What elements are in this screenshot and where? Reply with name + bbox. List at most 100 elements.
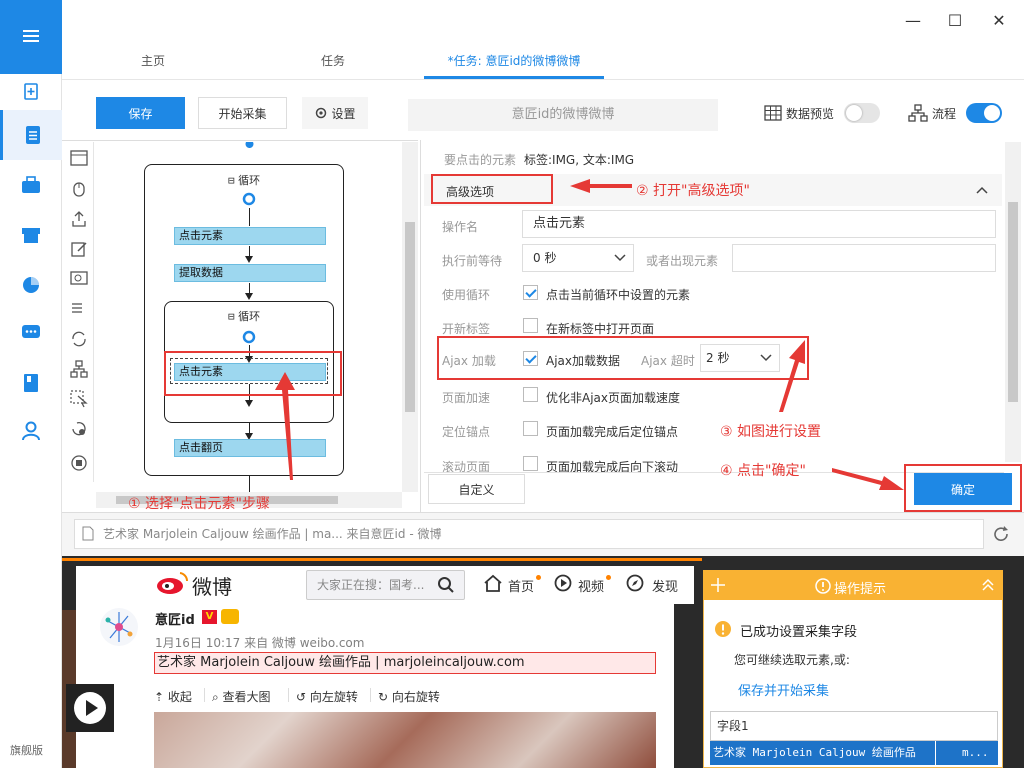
close-button[interactable]: ✕ [986, 8, 1012, 34]
clipboard-add-icon [24, 83, 38, 100]
field-name-input[interactable]: 字段1 [710, 711, 998, 741]
flow-vertical-scrollbar[interactable] [402, 142, 418, 492]
field-value-row[interactable]: 艺术家 Marjolein Caljouw 绘画作品 m... [710, 741, 998, 765]
video-thumb[interactable] [66, 684, 114, 732]
annotation-box-ajax [437, 336, 809, 380]
mouse-hover-tool-icon[interactable] [70, 390, 88, 408]
minimize-button[interactable]: — [900, 8, 926, 34]
flow-step-click-element-1[interactable]: 点击元素 [174, 227, 326, 245]
use-loop-checkbox[interactable] [523, 285, 538, 300]
weibo-nav-discover[interactable]: 发现 [652, 576, 678, 595]
hamburger-icon [23, 30, 39, 42]
post-text[interactable]: 艺术家 Marjolein Caljouw 绘画作品 | marjoleinca… [154, 652, 656, 674]
annotation-box-advanced [431, 174, 553, 204]
weibo-logo-icon [157, 572, 189, 594]
warning-icon [715, 621, 731, 637]
identify-captcha-tool-icon[interactable] [70, 270, 88, 288]
page-speed-text: 优化非Ajax页面加载速度 [546, 391, 680, 405]
new-tab-label: 开新标签 [442, 322, 491, 336]
nav-tutorial[interactable] [0, 360, 62, 406]
annotation-step4: ④ 点击"确定" [720, 463, 806, 479]
nav-tasks[interactable] [0, 110, 62, 160]
annotation-step2: ② 打开"高级选项" [636, 183, 750, 199]
post-username[interactable]: 意匠id [155, 609, 195, 628]
move-icon[interactable] [710, 577, 726, 593]
weibo-nav-home[interactable]: 首页 [508, 576, 534, 595]
address-input[interactable]: 艺术家 Marjolein Caljouw 绘画作品 | ma... 来自意匠i… [74, 519, 984, 549]
nav-new-task[interactable] [0, 68, 62, 114]
weibo-nav-video[interactable]: 视频 [578, 576, 604, 595]
new-tab-checkbox[interactable] [523, 318, 538, 333]
action-view-large[interactable]: ⌕ 查看大图 [212, 688, 271, 705]
search-icon[interactable] [437, 576, 455, 594]
nav-store[interactable] [0, 212, 62, 258]
weibo-top-stripe [62, 558, 702, 561]
collapse-up-icon[interactable] [982, 578, 994, 592]
stop-tool-icon[interactable] [70, 454, 88, 472]
edition-label: 旗舰版 [10, 744, 43, 757]
inner-loop-label: 循环 [238, 310, 261, 323]
or-appear-label: 或者出现元素 [646, 254, 719, 268]
view-large-label: 查看大图 [222, 690, 271, 704]
notify-dot [606, 575, 611, 580]
anchor-checkbox[interactable] [523, 421, 538, 436]
reload-icon[interactable] [992, 525, 1010, 543]
data-preview-toggle[interactable] [844, 103, 880, 123]
settings-scrollbar[interactable] [1005, 142, 1021, 462]
avatar[interactable] [98, 606, 140, 648]
save-button[interactable]: 保存 [96, 97, 185, 129]
action-collapse[interactable]: ⇡ 收起 [154, 688, 192, 705]
nav-messages[interactable] [0, 310, 62, 356]
nav-stats[interactable] [0, 262, 62, 308]
table-icon [764, 105, 782, 121]
scroll-page-checkbox[interactable] [523, 456, 538, 471]
use-loop-text: 点击当前循环中设置的元素 [546, 288, 691, 302]
document-icon [25, 126, 40, 144]
tab-home[interactable]: 主页 [110, 52, 196, 72]
info-icon [815, 578, 831, 594]
custom-button[interactable]: 自定义 [428, 474, 525, 504]
task-name-field[interactable]: 意匠id的微博微博 [408, 99, 718, 131]
or-appear-input[interactable] [732, 244, 996, 272]
condition-tool-icon[interactable] [70, 360, 88, 378]
post-image[interactable] [154, 712, 656, 768]
chevron-up-icon[interactable] [976, 185, 988, 195]
data-preview-label: 数据预览 [786, 107, 835, 121]
maximize-button[interactable]: ☐ [942, 8, 968, 34]
rotate-left-label: 向左旋转 [309, 690, 358, 704]
action-rotate-left[interactable]: ↺ 向左旋转 [296, 688, 358, 705]
settings-button[interactable]: 设置 [302, 97, 368, 129]
loop-tool-icon[interactable] [70, 330, 88, 348]
field-value-more: m... [962, 746, 989, 759]
user-icon [22, 421, 40, 441]
page-speed-checkbox[interactable] [523, 387, 538, 402]
tab-tasks[interactable]: 任务 [290, 52, 376, 72]
switch-dropdown-tool-icon[interactable] [70, 300, 88, 318]
left-sidebar: 旗舰版 [0, 0, 62, 768]
refresh-loop-icon [242, 330, 256, 344]
rotate-right-label: 向右旋转 [391, 690, 440, 704]
extract-tool-icon[interactable] [70, 210, 88, 228]
op-name-input[interactable]: 点击元素 [522, 210, 996, 238]
divider [935, 741, 936, 765]
menu-button[interactable] [0, 0, 62, 74]
click-tool-icon[interactable] [70, 180, 88, 198]
post-meta: 1月16日 10:17 来自 微博 weibo.com [155, 636, 365, 650]
flow-step-next-page[interactable]: 点击翻页 [174, 439, 326, 457]
wait-before-value: 0 秒 [533, 251, 557, 265]
web-page-tool-icon[interactable] [70, 150, 88, 166]
back-tool-icon[interactable] [70, 420, 88, 438]
save-and-start-link[interactable]: 保存并开始采集 [738, 680, 829, 699]
nav-account[interactable] [0, 408, 62, 454]
nav-briefcase[interactable] [0, 162, 62, 208]
refresh-loop-icon [242, 192, 256, 206]
flow-toggle[interactable] [966, 103, 1002, 123]
start-collect-button[interactable]: 开始采集 [198, 97, 287, 129]
action-rotate-right[interactable]: ↻ 向右旋转 [378, 688, 440, 705]
tab-current-task[interactable]: *任务: 意匠id的微博微博 [424, 52, 604, 72]
flow-step-extract-data[interactable]: 提取数据 [174, 264, 326, 282]
briefcase-icon [22, 176, 40, 193]
field-value-text: 艺术家 Marjolein Caljouw 绘画作品 [713, 746, 916, 759]
input-text-tool-icon[interactable] [70, 240, 88, 258]
divider [370, 688, 371, 702]
